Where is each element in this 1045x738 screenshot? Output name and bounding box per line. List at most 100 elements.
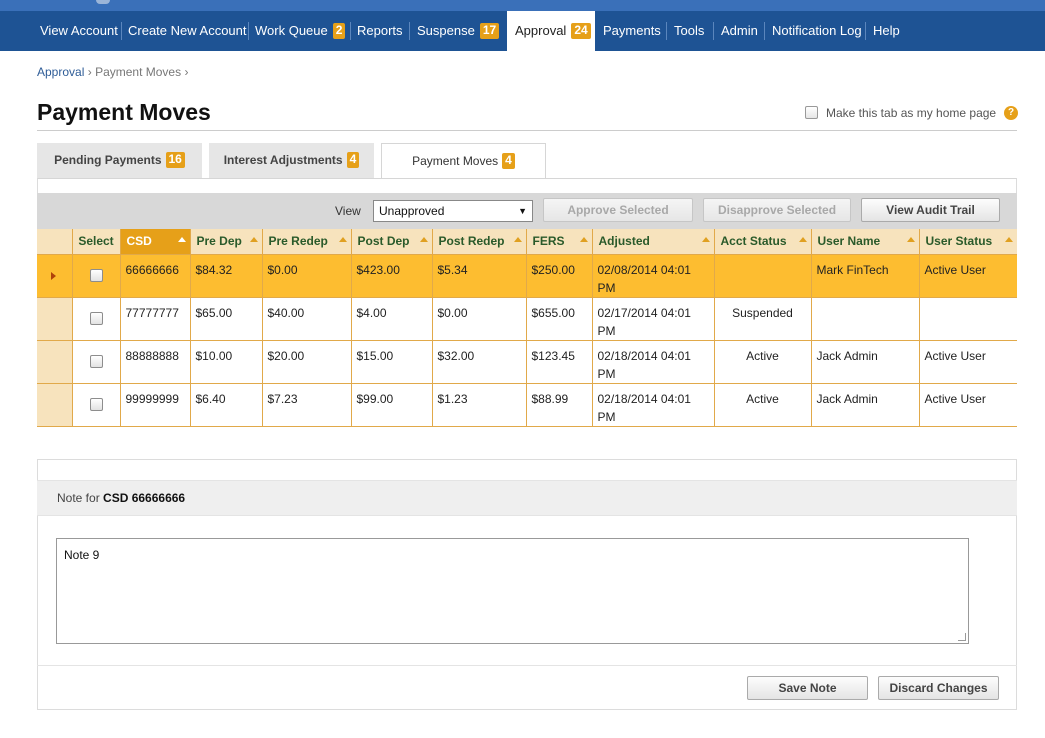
- cell-pre-dep: $84.32: [189, 254, 262, 298]
- cell-acct-status: [713, 254, 811, 298]
- approve-selected-button[interactable]: Approve Selected: [543, 198, 693, 222]
- breadcrumb: Approval › Payment Moves ›: [37, 65, 188, 79]
- cell-pre-redep: $7.23: [261, 383, 351, 427]
- page-title: Payment Moves: [37, 99, 211, 125]
- cell-user-name: Jack Admin: [810, 383, 919, 427]
- column-header-label: User Name: [817, 234, 881, 249]
- column-header-post-dep[interactable]: Post Dep: [350, 229, 432, 255]
- row-select-checkbox[interactable]: [89, 311, 103, 325]
- grid-gutter-header: [37, 229, 72, 255]
- column-header-csd[interactable]: CSD: [119, 229, 190, 255]
- nav-item-payments[interactable]: Payments: [603, 11, 661, 51]
- nav-label: Create New Account: [128, 23, 247, 38]
- column-header-label: Acct Status: [720, 234, 787, 249]
- cell-csd: 99999999: [119, 383, 190, 427]
- help-icon[interactable]: ?: [1004, 106, 1018, 120]
- cell-pre-redep: $40.00: [261, 297, 351, 341]
- breadcrumb-current: Payment Moves: [95, 65, 182, 79]
- note-title-csd: CSD 66666666: [103, 491, 186, 505]
- view-audit-trail-button[interactable]: View Audit Trail: [861, 198, 1000, 222]
- cell-post-redep: $5.34: [431, 254, 526, 298]
- table-row[interactable]: 77777777 $65.00 $40.00 $4.00 $0.00 $655.…: [37, 297, 1017, 341]
- tab-payment-moves[interactable]: Payment Moves 4: [381, 143, 546, 179]
- sort-up-icon: [579, 237, 588, 242]
- view-select[interactable]: Unapproved ▼: [373, 200, 533, 222]
- cell-user-name: [810, 297, 919, 341]
- nav-separator: [666, 22, 667, 40]
- cell-adjusted: 02/18/2014 04:01 PM: [591, 383, 714, 427]
- cell-acct-status: Suspended: [713, 297, 811, 341]
- nav-item-help[interactable]: Help: [873, 11, 900, 51]
- current-row-arrow-icon: [51, 271, 56, 280]
- cell-adjusted: 02/17/2014 04:01 PM: [591, 297, 714, 341]
- nav-item-view-account[interactable]: View Account: [40, 11, 118, 51]
- breadcrumb-approval-link[interactable]: Approval: [37, 65, 84, 79]
- row-select-cell: [71, 254, 120, 298]
- nav-item-reports[interactable]: Reports: [357, 11, 403, 51]
- column-header-user-status[interactable]: User Status: [918, 229, 1017, 255]
- nav-label: Approval: [515, 23, 567, 38]
- column-header-label: Pre Dep: [196, 234, 242, 249]
- discard-changes-button[interactable]: Discard Changes: [878, 676, 999, 700]
- tab-interest-adjustments[interactable]: Interest Adjustments 4: [209, 143, 374, 178]
- column-header-label: User Status: [925, 234, 993, 249]
- column-header-adjusted[interactable]: Adjusted: [591, 229, 714, 255]
- nav-item-approval[interactable]: Approval 24: [507, 11, 595, 51]
- column-header-label: Post Redep: [438, 234, 505, 249]
- resize-handle-icon[interactable]: [958, 633, 966, 641]
- column-header-label: CSD: [126, 234, 152, 249]
- column-header-post-redep[interactable]: Post Redep: [431, 229, 526, 255]
- cell-user-name: Mark FinTech: [810, 254, 919, 298]
- cell-pre-dep: $65.00: [189, 297, 262, 341]
- home-page-checkbox[interactable]: [805, 106, 818, 119]
- cell-adjusted: 02/08/2014 04:01 PM: [591, 254, 714, 298]
- cell-pre-dep: $10.00: [189, 340, 262, 384]
- nav-item-notification-log[interactable]: Notification Log: [772, 11, 862, 51]
- column-header-acct-status[interactable]: Acct Status: [713, 229, 811, 255]
- column-header-pre-dep[interactable]: Pre Dep: [189, 229, 262, 255]
- nav-separator: [121, 22, 122, 40]
- row-select-cell: [71, 297, 120, 341]
- sort-up-icon: [1005, 237, 1013, 242]
- nav-item-tools[interactable]: Tools: [674, 11, 704, 51]
- approval-badge: 24: [571, 23, 591, 39]
- sort-up-icon: [249, 237, 258, 242]
- nav-item-create-new-account[interactable]: Create New Account: [128, 11, 247, 51]
- view-select-value: Unapproved: [379, 204, 445, 218]
- table-row[interactable]: 88888888 $10.00 $20.00 $15.00 $32.00 $12…: [37, 340, 1017, 384]
- nav-label: Tools: [674, 23, 705, 38]
- main-nav: View Account Create New Account Work Que…: [0, 11, 1045, 51]
- nav-separator: [713, 22, 714, 40]
- column-header-pre-redep[interactable]: Pre Redep: [261, 229, 351, 255]
- nav-item-suspense[interactable]: Suspense 17: [417, 11, 500, 51]
- nav-separator: [409, 22, 410, 40]
- save-note-button[interactable]: Save Note: [747, 676, 868, 700]
- nav-label: Admin: [721, 23, 758, 38]
- cell-post-dep: $99.00: [350, 383, 432, 427]
- cell-user-status: Active User: [918, 340, 1017, 384]
- table-row[interactable]: 66666666 $84.32 $0.00 $423.00 $5.34 $250…: [37, 254, 1017, 298]
- suspense-badge: 17: [479, 23, 500, 39]
- nav-label: Reports: [357, 23, 403, 38]
- note-textarea[interactable]: Note 9: [56, 538, 969, 644]
- tab-pending-payments[interactable]: Pending Payments 16: [37, 143, 202, 178]
- row-select-checkbox[interactable]: [89, 268, 103, 282]
- column-header-select: Select: [71, 229, 120, 255]
- note-title: Note for CSD 66666666: [57, 491, 185, 505]
- nav-item-admin[interactable]: Admin: [721, 11, 758, 51]
- disapprove-selected-button[interactable]: Disapprove Selected: [703, 198, 851, 222]
- column-header-user-name[interactable]: User Name: [810, 229, 919, 255]
- table-row[interactable]: 99999999 $6.40 $7.23 $99.00 $1.23 $88.99…: [37, 383, 1017, 427]
- cell-pre-redep: $20.00: [261, 340, 351, 384]
- row-gutter: [37, 340, 72, 384]
- row-select-checkbox[interactable]: [89, 397, 103, 411]
- sort-up-icon: [177, 237, 186, 242]
- nav-item-work-queue[interactable]: Work Queue 2: [255, 11, 346, 51]
- dropdown-caret-icon: ▼: [518, 206, 527, 216]
- column-header-label: Post Dep: [357, 234, 410, 249]
- cell-user-status: [918, 297, 1017, 341]
- nav-separator: [350, 22, 351, 40]
- column-header-fers[interactable]: FERS: [525, 229, 592, 255]
- cell-fers: $88.99: [525, 383, 592, 427]
- row-select-checkbox[interactable]: [89, 354, 103, 368]
